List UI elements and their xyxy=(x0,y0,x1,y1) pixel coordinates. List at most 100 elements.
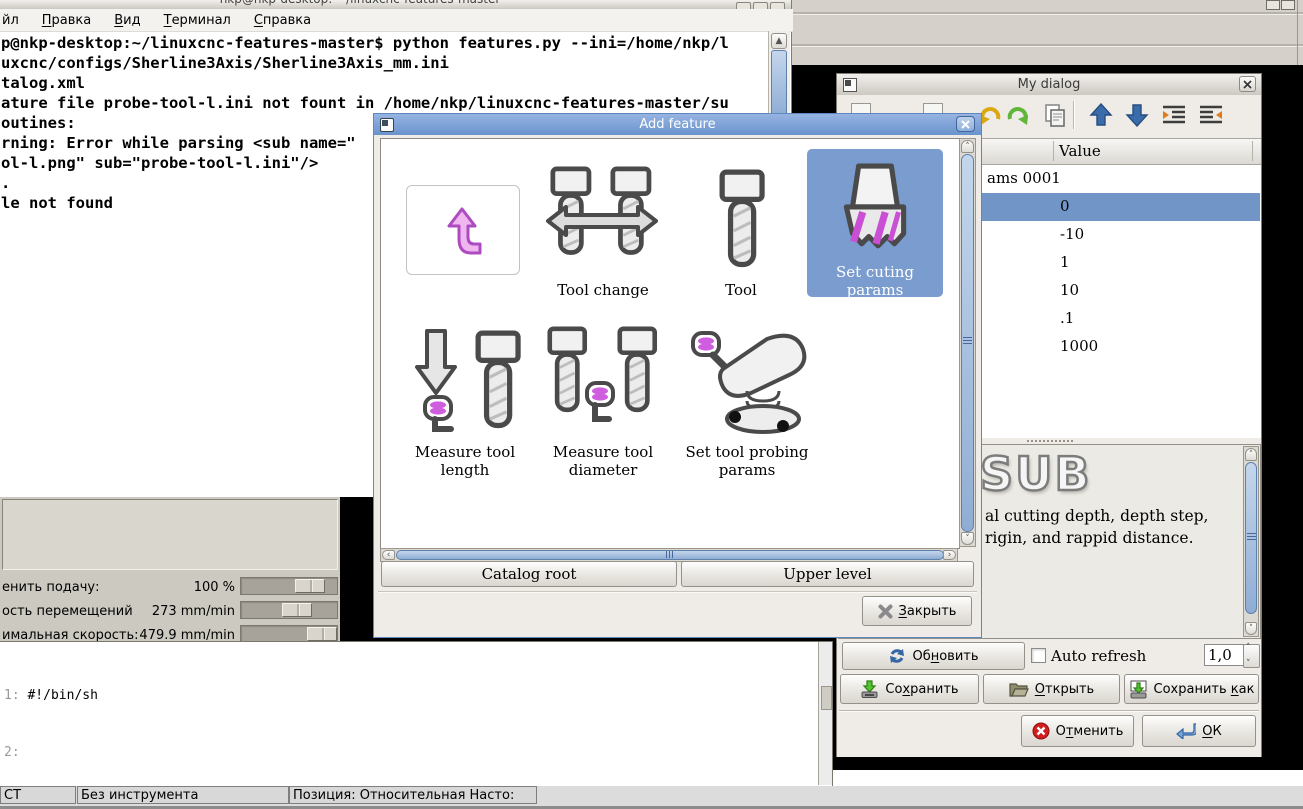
outdent-icon[interactable] xyxy=(1198,103,1224,127)
feed-override-slider[interactable] xyxy=(240,577,338,595)
editor-panel[interactable]: 1: #!/bin/sh 2: 3: ngcgui --font big --v… xyxy=(0,641,841,809)
ok-button[interactable]: ОК xyxy=(1142,715,1256,747)
menu-terminal[interactable]: Терминал xyxy=(164,13,231,28)
move-up-icon[interactable] xyxy=(1089,103,1113,127)
refresh-icon xyxy=(890,649,905,663)
redo-icon[interactable] xyxy=(1005,103,1029,127)
jog-speed-slider[interactable] xyxy=(240,601,338,619)
menu-view[interactable]: Вид xyxy=(114,13,140,28)
feature-item-measure-diameter[interactable]: Measure tool diameter xyxy=(539,325,667,493)
close-button[interactable] xyxy=(1239,76,1256,92)
spin-up-icon[interactable]: ˄ xyxy=(1246,643,1251,653)
close-button[interactable] xyxy=(956,116,975,132)
feature-item-measure-length[interactable]: Measure tool length xyxy=(399,325,531,479)
add-feature-dialog: Add feature Tool change Tool Set cuting … xyxy=(373,113,982,638)
feature-item-label: Set tool probing params xyxy=(685,443,809,479)
scroll-up-button[interactable]: ˄ xyxy=(1245,448,1257,461)
catalog-root-button[interactable]: Catalog root xyxy=(381,561,677,587)
go-up-icon xyxy=(447,207,482,255)
tool-icon xyxy=(717,161,765,277)
slider-handle[interactable] xyxy=(295,579,325,593)
feature-item-probing-params[interactable]: Set tool probing params xyxy=(677,325,817,493)
axis-lower-strip xyxy=(833,770,1303,786)
spinner-buttons[interactable]: ˄ ˅ xyxy=(1243,643,1260,669)
scrollbar-thumb[interactable] xyxy=(1245,462,1257,614)
scroll-right-button[interactable]: › xyxy=(943,550,956,560)
editor-line: 2: xyxy=(4,743,841,762)
window-button[interactable] xyxy=(1266,0,1280,10)
ok-icon xyxy=(1176,723,1197,739)
background-window-divider xyxy=(1297,0,1298,65)
refresh-button[interactable]: Обновить xyxy=(842,642,1025,670)
slider-handle[interactable] xyxy=(307,627,337,641)
save-as-button[interactable]: Сохранить как xyxy=(1124,674,1259,704)
scroll-up-button[interactable]: ˄ xyxy=(961,140,974,153)
scroll-down-button[interactable]: ˅ xyxy=(961,532,974,545)
indent-icon[interactable] xyxy=(1161,103,1187,127)
feature-item-tool[interactable]: Tool xyxy=(691,161,791,321)
status-cell-machine: СТ xyxy=(0,786,76,804)
upper-level-label: Upper level xyxy=(783,565,872,583)
my-dialog-title: My dialog xyxy=(1017,77,1081,92)
slider-handle[interactable] xyxy=(282,603,312,617)
refresh-interval-input[interactable] xyxy=(1204,644,1244,666)
axis-inner-panel xyxy=(2,499,338,570)
scrollbar-thumb[interactable] xyxy=(771,50,787,116)
scrollbar-thumb[interactable] xyxy=(821,686,832,710)
dialog-close-label: Закрыть xyxy=(898,603,957,619)
scroll-up-button[interactable]: ▲ xyxy=(771,33,787,49)
window-button[interactable] xyxy=(1281,0,1295,10)
column-header-value[interactable]: Value xyxy=(1059,142,1101,160)
add-feature-titlebar[interactable]: Add feature xyxy=(374,114,981,135)
my-dialog-actions: Обновить Auto refresh ˄ ˅ Сохранить xyxy=(837,639,1261,757)
feature-item-set-cutting-params[interactable]: Set cuting params xyxy=(807,149,943,299)
catalog-root-label: Catalog root xyxy=(481,565,577,583)
background-window-groove xyxy=(791,44,1303,47)
move-down-icon[interactable] xyxy=(1125,103,1149,127)
close-icon xyxy=(1243,79,1252,89)
save-button[interactable]: Сохранить xyxy=(840,674,979,704)
editor-scrollbar[interactable] xyxy=(818,642,832,785)
jog-speed-value: 273 mm/min xyxy=(151,604,235,619)
my-dialog-titlebar[interactable]: My dialog xyxy=(837,74,1261,96)
terminal-title: nkp@nkp-desktop: ~/linuxcnc-features-mas… xyxy=(0,0,720,6)
feature-item-back[interactable] xyxy=(406,185,520,275)
icon-view-hscrollbar[interactable]: ‹ › xyxy=(380,548,958,562)
menu-edit[interactable]: Правка xyxy=(42,13,91,28)
menu-file[interactable]: йл xyxy=(2,13,19,28)
auto-refresh-checkbox[interactable] xyxy=(1031,648,1046,663)
scrollbar-thumb[interactable] xyxy=(396,550,944,560)
scrollbar-thumb[interactable] xyxy=(961,154,974,532)
feature-item-label: Measure tool length xyxy=(414,443,516,479)
save-as-label: Сохранить как xyxy=(1153,681,1255,697)
splitter-grip[interactable] xyxy=(1027,440,1073,442)
scroll-left-button[interactable]: ‹ xyxy=(382,550,395,560)
spin-down-icon[interactable]: ˅ xyxy=(1246,659,1251,669)
copy-icon[interactable] xyxy=(1043,103,1067,127)
icon-view-vscrollbar[interactable]: ˄ ˅ xyxy=(959,138,976,547)
status-bar: СТ Без инструмента Позиция: Относительна… xyxy=(0,786,1303,806)
open-folder-icon xyxy=(1009,682,1029,697)
background-window xyxy=(790,0,1303,65)
upper-level-button[interactable]: Upper level xyxy=(681,561,974,587)
feature-item-label: Measure tool diameter xyxy=(552,443,654,479)
terminal-menubar: йл Правка Вид Терминал Справка xyxy=(0,9,793,32)
column-divider[interactable] xyxy=(1053,141,1054,161)
auto-refresh-label[interactable]: Auto refresh xyxy=(1051,647,1146,665)
terminal-line: ature file probe-tool-l.ini not fount in… xyxy=(1,94,729,112)
undo-icon[interactable] xyxy=(979,103,1003,127)
scroll-down-button[interactable]: ˅ xyxy=(1245,622,1257,635)
sub-scrollbar[interactable]: ˄ ˅ xyxy=(1243,446,1259,637)
column-divider[interactable] xyxy=(1252,141,1253,161)
dialog-close-button[interactable]: Закрыть xyxy=(862,596,972,626)
feature-icon-view[interactable]: Tool change Tool Set cuting params Measu… xyxy=(380,138,960,549)
line-number: 2: xyxy=(4,745,20,760)
feature-item-tool-change[interactable]: Tool change xyxy=(541,163,665,321)
open-button[interactable]: Открыть xyxy=(983,674,1120,704)
feature-item-label: Tool xyxy=(725,281,757,299)
menu-help[interactable]: Справка xyxy=(254,13,311,28)
feature-item-label: Tool change xyxy=(557,281,649,299)
save-icon xyxy=(861,679,878,698)
cancel-button[interactable]: Отменить xyxy=(1021,715,1134,747)
actions-separator xyxy=(839,710,1259,712)
